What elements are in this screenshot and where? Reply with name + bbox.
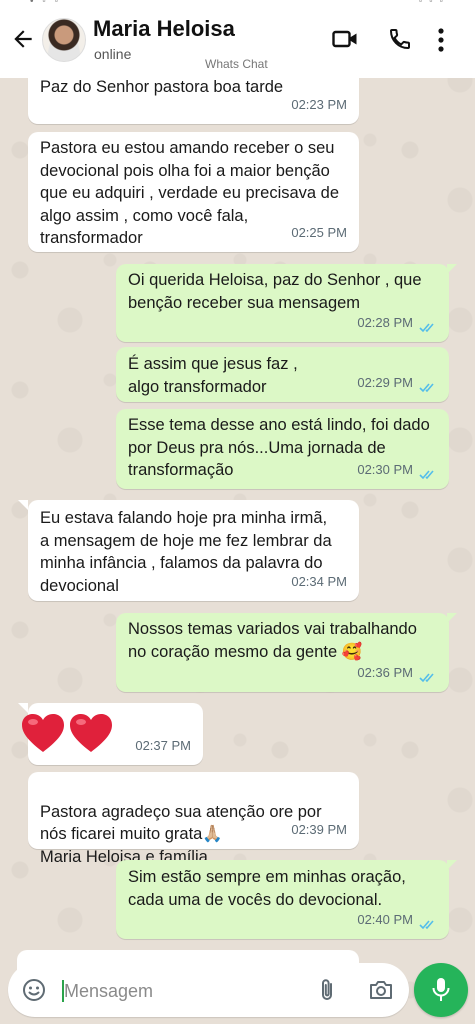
message-time: 02:29 PM	[357, 374, 413, 390]
message-time: 02:40 PM	[357, 911, 413, 927]
status-bar-icons-left: • ◦ ◦	[30, 0, 62, 7]
microphone-icon	[432, 978, 450, 1001]
message-text: Eu estava falando hoje pra minha irmã, a…	[40, 509, 332, 595]
video-camera-icon[interactable]	[332, 28, 358, 50]
read-receipt-icon	[419, 323, 434, 333]
message-outgoing[interactable]: Nossos temas variados vai trabalhando no…	[116, 613, 449, 692]
emoji-icon[interactable]	[22, 978, 46, 1002]
heart-icon	[70, 714, 112, 752]
message-input[interactable]	[62, 974, 286, 1008]
message-outgoing[interactable]: Sim estão sempre em minhas oração, cada …	[116, 860, 449, 939]
bubble-tail	[447, 860, 457, 870]
message-text: Nossos temas variados vai trabalhando no…	[128, 620, 417, 661]
microphone-button[interactable]	[414, 963, 468, 1017]
bubble-tail	[447, 613, 457, 623]
message-outgoing[interactable]: Esse tema desse ano está lindo, foi dado…	[116, 409, 449, 489]
bubble-tail	[447, 264, 457, 274]
message-text: Sim estão sempre em minhas oração, cada …	[128, 868, 406, 909]
bubble-tail	[18, 500, 28, 510]
message-incoming[interactable]: Pastora eu estou amando receber o seu de…	[28, 132, 359, 252]
message-time: 02:36 PM	[357, 664, 413, 680]
contact-name[interactable]: Maria Heloisa	[93, 16, 235, 42]
camera-icon[interactable]	[368, 978, 394, 1002]
read-receipt-icon	[419, 470, 434, 480]
message-incoming[interactable]: Pastora agradeço sua atenção ore por nós…	[28, 772, 359, 866]
phone-icon[interactable]	[388, 27, 412, 51]
message-time: 02:37 PM	[135, 737, 191, 753]
read-receipt-icon	[419, 673, 434, 683]
chat-header: • ◦ ◦ ◦ ◦ ◦ Maria Heloisa online Whats C…	[0, 0, 475, 78]
message-text: É assim que jesus faz , algo transformad…	[128, 355, 298, 396]
message-time: 02:30 PM	[357, 461, 413, 477]
more-vertical-icon[interactable]	[434, 27, 448, 53]
arrow-left-icon[interactable]	[10, 26, 36, 52]
read-receipt-icon	[419, 383, 434, 393]
message-outgoing[interactable]: É assim que jesus faz , algo transformad…	[116, 347, 449, 402]
message-time: 02:34 PM	[291, 573, 347, 589]
contact-status: online	[94, 46, 132, 62]
message-text: Oi querida Heloisa, paz do Senhor , que …	[128, 271, 422, 312]
message-time: 02:23 PM	[291, 96, 347, 112]
message-composer	[8, 963, 409, 1017]
avatar[interactable]	[42, 18, 86, 62]
hearts-emoji	[20, 712, 116, 754]
heart-icon	[22, 714, 64, 752]
message-time: 02:25 PM	[291, 224, 347, 240]
message-outgoing[interactable]: Oi querida Heloisa, paz do Senhor , que …	[116, 264, 449, 342]
watermark: Whats Chat	[205, 57, 268, 71]
paperclip-icon[interactable]	[316, 977, 338, 1003]
status-bar-icons-right: ◦ ◦ ◦	[418, 0, 445, 7]
message-text: Paz do Senhor pastora boa tarde	[40, 78, 284, 96]
message-incoming[interactable]: Eu estava falando hoje pra minha irmã, a…	[28, 500, 359, 601]
message-time: 02:28 PM	[357, 314, 413, 330]
message-time: 02:39 PM	[291, 821, 347, 837]
read-receipt-icon	[419, 920, 434, 930]
status-bar: • ◦ ◦ ◦ ◦ ◦	[0, 0, 475, 8]
